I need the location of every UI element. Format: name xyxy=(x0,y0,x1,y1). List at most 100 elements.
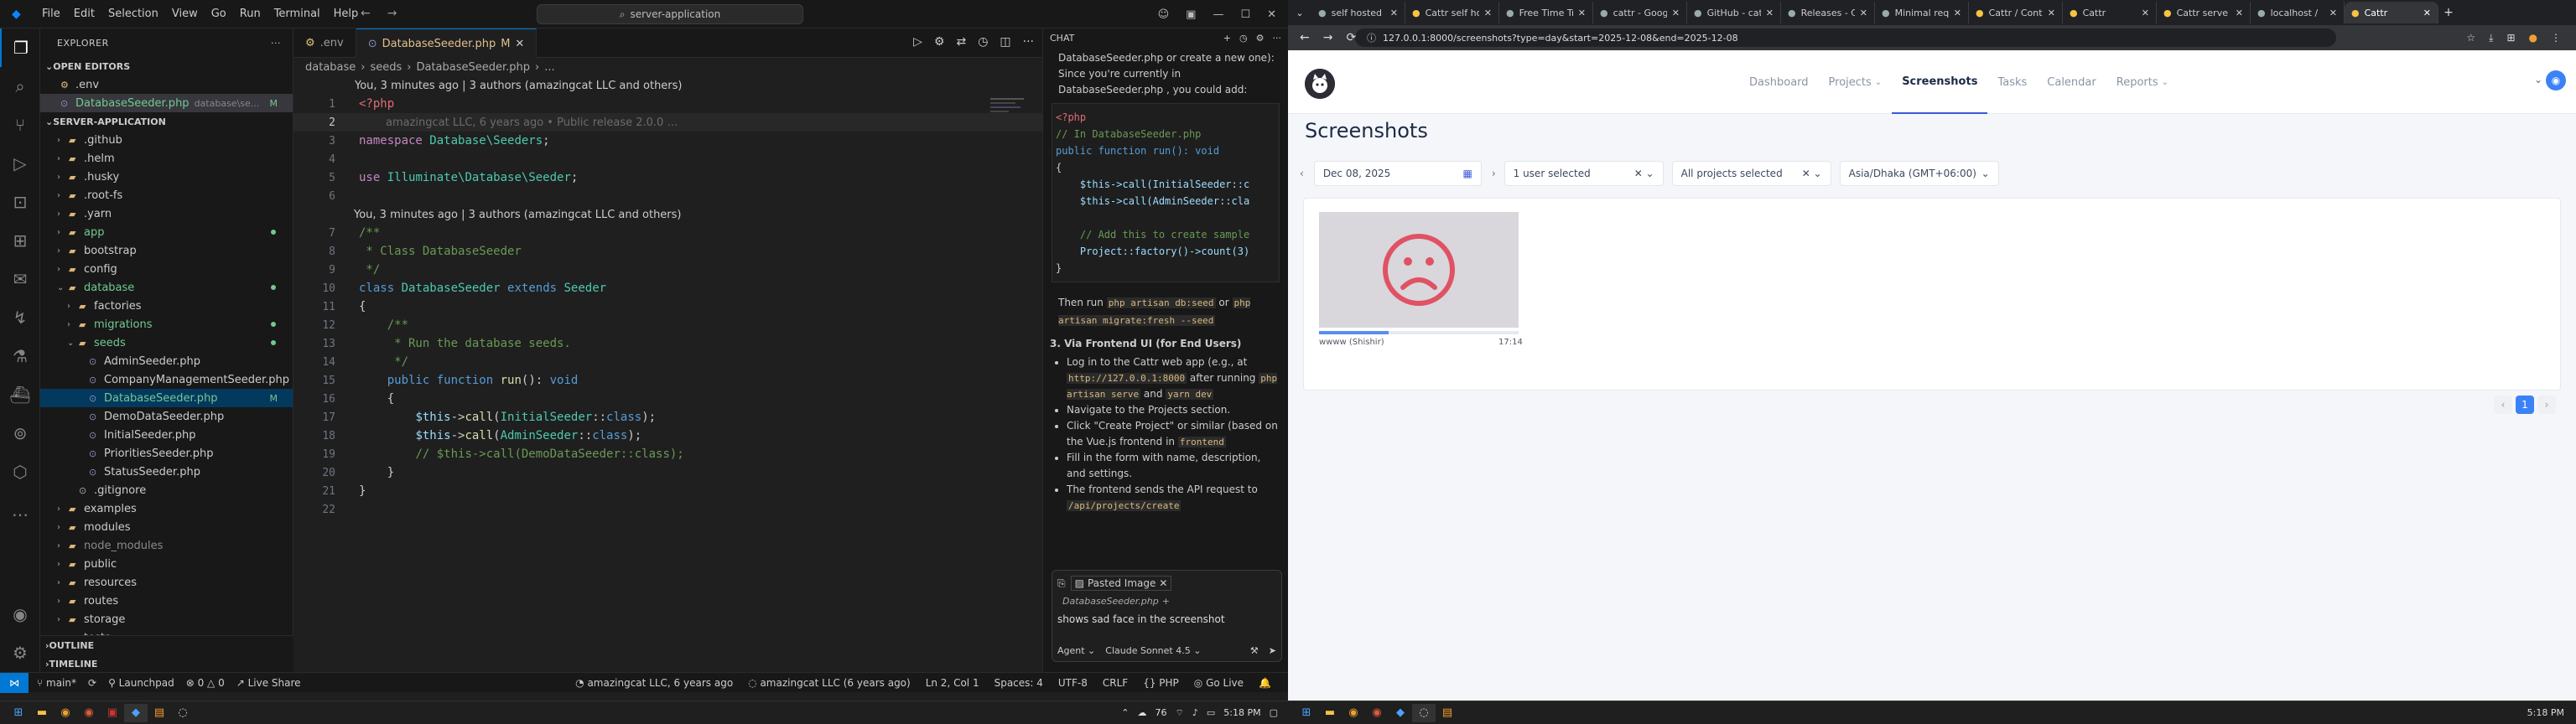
close-icon[interactable]: ✕ xyxy=(1390,8,1398,18)
git-graph-icon[interactable]: ↯ xyxy=(0,298,40,337)
layout-icon[interactable]: ▣ xyxy=(1186,8,1196,21)
add-context-icon[interactable]: + xyxy=(1162,596,1170,607)
timeline-icon[interactable]: ◷ xyxy=(978,35,988,49)
tree-folder[interactable]: › ▰ factories xyxy=(40,297,293,315)
tree-folder[interactable]: › ▰ .husky xyxy=(40,168,293,186)
pagination-next[interactable]: › xyxy=(2537,396,2556,414)
next-day-icon[interactable]: › xyxy=(1492,168,1496,179)
nav-tasks[interactable]: Tasks xyxy=(1987,50,2037,114)
blame-status[interactable]: ◔ amazingcat LLC, 6 years ago xyxy=(575,677,733,689)
tree-folder[interactable]: › ▰ .helm xyxy=(40,149,293,168)
browser-tab[interactable]: ● localhost / ✕ xyxy=(2251,2,2345,23)
breadcrumb-item[interactable]: DatabaseSeeder.php xyxy=(416,61,530,74)
menu-icon[interactable]: ⋮ xyxy=(2551,32,2561,44)
extensions-icon[interactable]: ⊞ xyxy=(0,221,40,260)
code-line[interactable]: 4 xyxy=(293,150,1042,168)
tree-folder[interactable]: › ▰ routes xyxy=(40,592,293,610)
history-icon[interactable]: ◷ xyxy=(1239,33,1248,44)
chevron-up-icon[interactable]: ⌃ xyxy=(1121,707,1129,718)
clear-icon[interactable]: ✕ ⌄ xyxy=(1802,168,1822,179)
nav-reports[interactable]: Reports ⌄ xyxy=(2106,50,2179,114)
split-editor-icon[interactable]: ◫ xyxy=(1000,35,1010,49)
tab-databaseseeder-php[interactable]: ⊙ DatabaseSeeder.php M ✕ xyxy=(356,28,538,58)
context-file-chip[interactable]: DatabaseSeeder.php xyxy=(1062,596,1159,607)
tree-folder[interactable]: › ▰ public xyxy=(40,555,293,573)
close-icon[interactable]: ✕ xyxy=(515,38,524,50)
forward-arrow-icon[interactable]: → xyxy=(1323,31,1333,44)
forward-arrow-icon[interactable]: → xyxy=(387,7,397,20)
attach-icon[interactable]: ⎘ xyxy=(1057,577,1066,590)
browser-tab[interactable]: ● Cattr / Cont ✕ xyxy=(1969,2,2063,23)
code-line[interactable]: 7 /** xyxy=(293,224,1042,242)
debug-icon[interactable]: ⚙ xyxy=(934,35,945,49)
pagination-prev[interactable]: ‹ xyxy=(2494,396,2512,414)
new-chat-icon[interactable]: + xyxy=(1223,33,1231,44)
tree-folder[interactable]: › ▰ app xyxy=(40,223,293,241)
back-arrow-icon[interactable]: ← xyxy=(1300,31,1310,44)
open-editor-item[interactable]: ⊙ DatabaseSeeder.php database\se... M xyxy=(40,94,293,112)
timeline-section[interactable]: › TIMELINE xyxy=(40,654,293,673)
codelens-blame[interactable]: You, 3 minutes ago | 3 authors (amazingc… xyxy=(293,205,1042,224)
tree-folder[interactable]: › ▰ bootstrap xyxy=(40,241,293,260)
menu-item-terminal[interactable]: Terminal xyxy=(274,8,320,20)
project-section[interactable]: ⌄ SERVER-APPLICATION xyxy=(40,112,293,131)
code-line[interactable]: 20 } xyxy=(293,463,1042,482)
testing-icon[interactable]: ⚗ xyxy=(0,337,40,375)
tab--env[interactable]: ⚙ .env xyxy=(293,28,356,58)
run-debug-icon[interactable]: ▷ xyxy=(0,144,40,183)
tree-folder[interactable]: ⌄ ▰ seeds xyxy=(40,334,293,352)
account-icon[interactable]: ◉ xyxy=(0,595,40,634)
bookmark-star-icon[interactable]: ☆ xyxy=(2466,32,2475,44)
tree-file[interactable]: ⊙ .gitignore xyxy=(40,481,293,499)
clock[interactable]: 5:18 PM xyxy=(2527,707,2576,718)
chat-input-text[interactable]: shows sad face in the screenshot xyxy=(1052,607,1281,625)
tree-folder[interactable]: › ▰ .github xyxy=(40,131,293,149)
network-icon[interactable]: ⌔ xyxy=(1175,707,1183,719)
code-line[interactable]: 6 xyxy=(293,187,1042,205)
run-icon[interactable]: ▷ xyxy=(913,35,922,49)
file-explorer-icon[interactable]: ▬ xyxy=(1318,704,1342,722)
gear-icon[interactable]: ⚙ xyxy=(1256,33,1265,44)
code-line[interactable]: 5 use Illuminate\Database\Seeder; xyxy=(293,168,1042,187)
attachment-chip[interactable]: ▨ Pasted Image ✕ xyxy=(1070,576,1172,591)
vscode-taskbar-icon[interactable]: ◆ xyxy=(124,703,148,722)
chrome-profile-icon[interactable]: ◉ xyxy=(1365,704,1389,722)
sync-icon[interactable]: ⟳ xyxy=(88,677,96,689)
chevron-down-icon[interactable]: ⌄ xyxy=(2534,74,2542,85)
chat-input-box[interactable]: ⎘ ▨ Pasted Image ✕ DatabaseSeeder.php + … xyxy=(1052,570,1282,662)
vscode-taskbar-icon[interactable]: ◆ xyxy=(1389,704,1412,722)
back-arrow-icon[interactable]: ← xyxy=(361,7,371,20)
close-icon[interactable]: ✕ xyxy=(1766,8,1774,18)
sublime-icon[interactable]: ▤ xyxy=(1436,704,1459,722)
encoding[interactable]: UTF-8 xyxy=(1058,677,1088,689)
code-line[interactable]: 8 * Class DatabaseSeeder xyxy=(293,242,1042,261)
code-line[interactable]: 11 { xyxy=(293,297,1042,316)
windows-start-icon[interactable]: ⊞ xyxy=(7,704,30,722)
new-tab-icon[interactable]: + xyxy=(2438,6,2459,19)
remote-indicator-icon[interactable]: ⋈ xyxy=(0,672,29,693)
close-icon[interactable]: ✕ xyxy=(1484,8,1492,18)
tree-file[interactable]: ⊙ InitialSeeder.php xyxy=(40,426,293,444)
browser-tab[interactable]: ● Free Time Tr ✕ xyxy=(1499,2,1593,23)
close-window-icon[interactable]: ✕ xyxy=(1267,8,1276,21)
date-picker[interactable]: Dec 08, 2025 ▦ xyxy=(1313,161,1482,186)
battery-icon[interactable]: ▭ xyxy=(1207,707,1215,718)
chrome-icon[interactable]: ◉ xyxy=(54,704,77,722)
nav-projects[interactable]: Projects ⌄ xyxy=(1819,50,1893,114)
close-icon[interactable]: ✕ xyxy=(2329,8,2337,18)
close-icon[interactable]: ✕ xyxy=(1159,577,1167,589)
code-line[interactable]: 22 xyxy=(293,500,1042,519)
tree-folder[interactable]: › ▰ modules xyxy=(40,518,293,536)
code-line[interactable]: 17 $this->call(InitialSeeder::class); xyxy=(293,408,1042,427)
search-icon[interactable]: ⌕ xyxy=(0,67,40,106)
send-icon[interactable]: ➤ xyxy=(1269,645,1276,656)
menu-item-help[interactable]: Help xyxy=(334,8,359,20)
browser-tab[interactable]: ● Releases - C ✕ xyxy=(1781,2,1875,23)
chat-code-block[interactable]: <?php // In DatabaseSeeder.php public func… xyxy=(1052,103,1280,282)
project-select[interactable]: All projects selected ✕ ⌄ xyxy=(1671,161,1831,186)
cattr-logo-icon[interactable] xyxy=(1305,69,1335,99)
app-icon[interactable]: ▣ xyxy=(101,704,124,722)
close-icon[interactable]: ✕ xyxy=(1860,8,1867,18)
download-icon[interactable]: ⤓ xyxy=(2489,32,2493,44)
close-icon[interactable]: ✕ xyxy=(1672,8,1680,18)
